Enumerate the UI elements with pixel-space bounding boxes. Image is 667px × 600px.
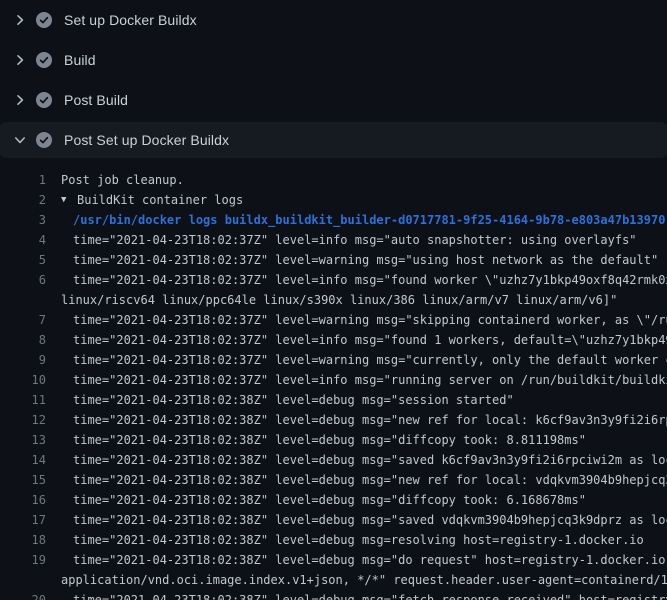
log-row: 8 time="2021-04-23T18:02:37Z" level=info… xyxy=(0,330,667,350)
log-line-number[interactable]: 7 xyxy=(0,310,46,330)
actions-log-viewer: Set up Docker Buildx Build Post Build xyxy=(0,0,667,600)
step-section-label: Set up Docker Buildx xyxy=(64,12,197,28)
log-output-area: 1 Post job cleanup. 2 ▼ BuildKit contain… xyxy=(0,160,667,600)
check-circle-icon xyxy=(36,132,52,148)
step-section-header[interactable]: Build xyxy=(0,40,667,80)
chevron-right-icon xyxy=(12,92,28,108)
log-line-text: time="2021-04-23T18:02:38Z" level=debug … xyxy=(73,490,586,510)
log-line-text: time="2021-04-23T18:02:38Z" level=debug … xyxy=(73,530,644,550)
log-line-text: time="2021-04-23T18:02:38Z" level=debug … xyxy=(73,450,667,470)
group-collapse-icon[interactable]: ▼ xyxy=(61,190,77,210)
log-line-text: time="2021-04-23T18:02:37Z" level=warnin… xyxy=(73,250,658,270)
log-row: 5 time="2021-04-23T18:02:37Z" level=warn… xyxy=(0,250,667,270)
log-line-number[interactable]: 16 xyxy=(0,490,46,510)
log-line-number[interactable]: 19 xyxy=(0,550,46,570)
log-row: 19 time="2021-04-23T18:02:38Z" level=deb… xyxy=(0,550,667,570)
log-row: 13 time="2021-04-23T18:02:38Z" level=deb… xyxy=(0,430,667,450)
log-row: 11 time="2021-04-23T18:02:38Z" level=deb… xyxy=(0,390,667,410)
log-line-number[interactable]: 10 xyxy=(0,370,46,390)
log-row: 10 time="2021-04-23T18:02:37Z" level=inf… xyxy=(0,370,667,390)
log-line-number[interactable]: 9 xyxy=(0,350,46,370)
log-line-number[interactable]: 13 xyxy=(0,430,46,450)
log-line-number[interactable]: 11 xyxy=(0,390,46,410)
log-line-number[interactable]: 18 xyxy=(0,530,46,550)
check-circle-icon xyxy=(36,92,52,108)
log-line-text: time="2021-04-23T18:02:37Z" level=info m… xyxy=(73,330,667,350)
log-line-text: time="2021-04-23T18:02:37Z" level=warnin… xyxy=(73,310,667,330)
log-row: application/vnd.oci.image.index.v1+json,… xyxy=(0,570,667,590)
log-line-text: Post job cleanup. xyxy=(61,170,184,190)
log-line-text: time="2021-04-23T18:02:37Z" level=info m… xyxy=(73,230,637,250)
log-row: 6 time="2021-04-23T18:02:37Z" level=info… xyxy=(0,270,667,290)
log-line-number[interactable]: 4 xyxy=(0,230,46,250)
log-line-text: application/vnd.oci.image.index.v1+json,… xyxy=(61,570,667,590)
check-circle-icon xyxy=(36,12,52,28)
chevron-right-icon xyxy=(12,52,28,68)
log-row: 4 time="2021-04-23T18:02:37Z" level=info… xyxy=(0,230,667,250)
step-section-header[interactable]: Post Build xyxy=(0,80,667,120)
log-line-text: time="2021-04-23T18:02:38Z" level=debug … xyxy=(73,510,667,530)
log-row: 9 time="2021-04-23T18:02:37Z" level=warn… xyxy=(0,350,667,370)
log-line-number[interactable]: 6 xyxy=(0,270,46,290)
log-row: 16 time="2021-04-23T18:02:38Z" level=deb… xyxy=(0,490,667,510)
log-row: 2 ▼ BuildKit container logs xyxy=(0,190,667,210)
log-line-text: time="2021-04-23T18:02:37Z" level=info m… xyxy=(73,370,667,390)
step-section-label: Post Build xyxy=(64,92,128,108)
log-row: 1 Post job cleanup. xyxy=(0,170,667,190)
log-line-number[interactable]: 1 xyxy=(0,170,46,190)
step-section-header[interactable]: Set up Docker Buildx xyxy=(0,0,667,40)
log-row: 3 /usr/bin/docker logs buildx_buildkit_b… xyxy=(0,210,667,230)
log-row: 20 time="2021-04-23T18:02:38Z" level=deb… xyxy=(0,590,667,600)
log-line-number[interactable]: 17 xyxy=(0,510,46,530)
log-line-number[interactable]: 15 xyxy=(0,470,46,490)
log-row: 17 time="2021-04-23T18:02:38Z" level=deb… xyxy=(0,510,667,530)
log-line-text: linux/riscv64 linux/ppc64le linux/s390x … xyxy=(61,290,617,310)
log-row: 14 time="2021-04-23T18:02:38Z" level=deb… xyxy=(0,450,667,470)
log-line-text: /usr/bin/docker logs buildx_buildkit_bui… xyxy=(73,210,665,230)
step-section-label: Build xyxy=(64,52,96,68)
chevron-right-icon xyxy=(12,12,28,28)
log-line-number[interactable]: 20 xyxy=(0,590,46,600)
step-section-header[interactable]: Post Set up Docker Buildx xyxy=(0,122,667,158)
log-row: 7 time="2021-04-23T18:02:37Z" level=warn… xyxy=(0,310,667,330)
log-line-text: time="2021-04-23T18:02:37Z" level=warnin… xyxy=(73,350,667,370)
log-line-text: time="2021-04-23T18:02:38Z" level=debug … xyxy=(73,410,667,430)
step-section-label: Post Set up Docker Buildx xyxy=(64,132,229,148)
log-line-text: time="2021-04-23T18:02:38Z" level=debug … xyxy=(73,430,586,450)
log-line-text: time="2021-04-23T18:02:37Z" level=info m… xyxy=(73,270,667,290)
log-line-text: time="2021-04-23T18:02:38Z" level=debug … xyxy=(73,390,514,410)
log-line-text: time="2021-04-23T18:02:38Z" level=debug … xyxy=(73,470,667,490)
log-line-text: time="2021-04-23T18:02:38Z" level=debug … xyxy=(73,550,667,570)
log-line-number[interactable]: 5 xyxy=(0,250,46,270)
log-row: 12 time="2021-04-23T18:02:38Z" level=deb… xyxy=(0,410,667,430)
log-line-number[interactable]: 3 xyxy=(0,210,46,230)
chevron-down-icon xyxy=(12,132,28,148)
log-row: 18 time="2021-04-23T18:02:38Z" level=deb… xyxy=(0,530,667,550)
log-line-number[interactable]: 14 xyxy=(0,450,46,470)
log-line-number[interactable]: 12 xyxy=(0,410,46,430)
log-line-number[interactable] xyxy=(0,570,46,590)
log-line-number[interactable] xyxy=(0,290,46,310)
check-circle-icon xyxy=(36,52,52,68)
log-line-text: BuildKit container logs xyxy=(77,190,243,210)
log-row: linux/riscv64 linux/ppc64le linux/s390x … xyxy=(0,290,667,310)
log-line-number[interactable]: 8 xyxy=(0,330,46,350)
log-line-number[interactable]: 2 xyxy=(0,190,46,210)
log-row: 15 time="2021-04-23T18:02:38Z" level=deb… xyxy=(0,470,667,490)
log-line-text: time="2021-04-23T18:02:38Z" level=debug … xyxy=(73,590,667,600)
step-sections-list: Set up Docker Buildx Build Post Build xyxy=(0,0,667,158)
